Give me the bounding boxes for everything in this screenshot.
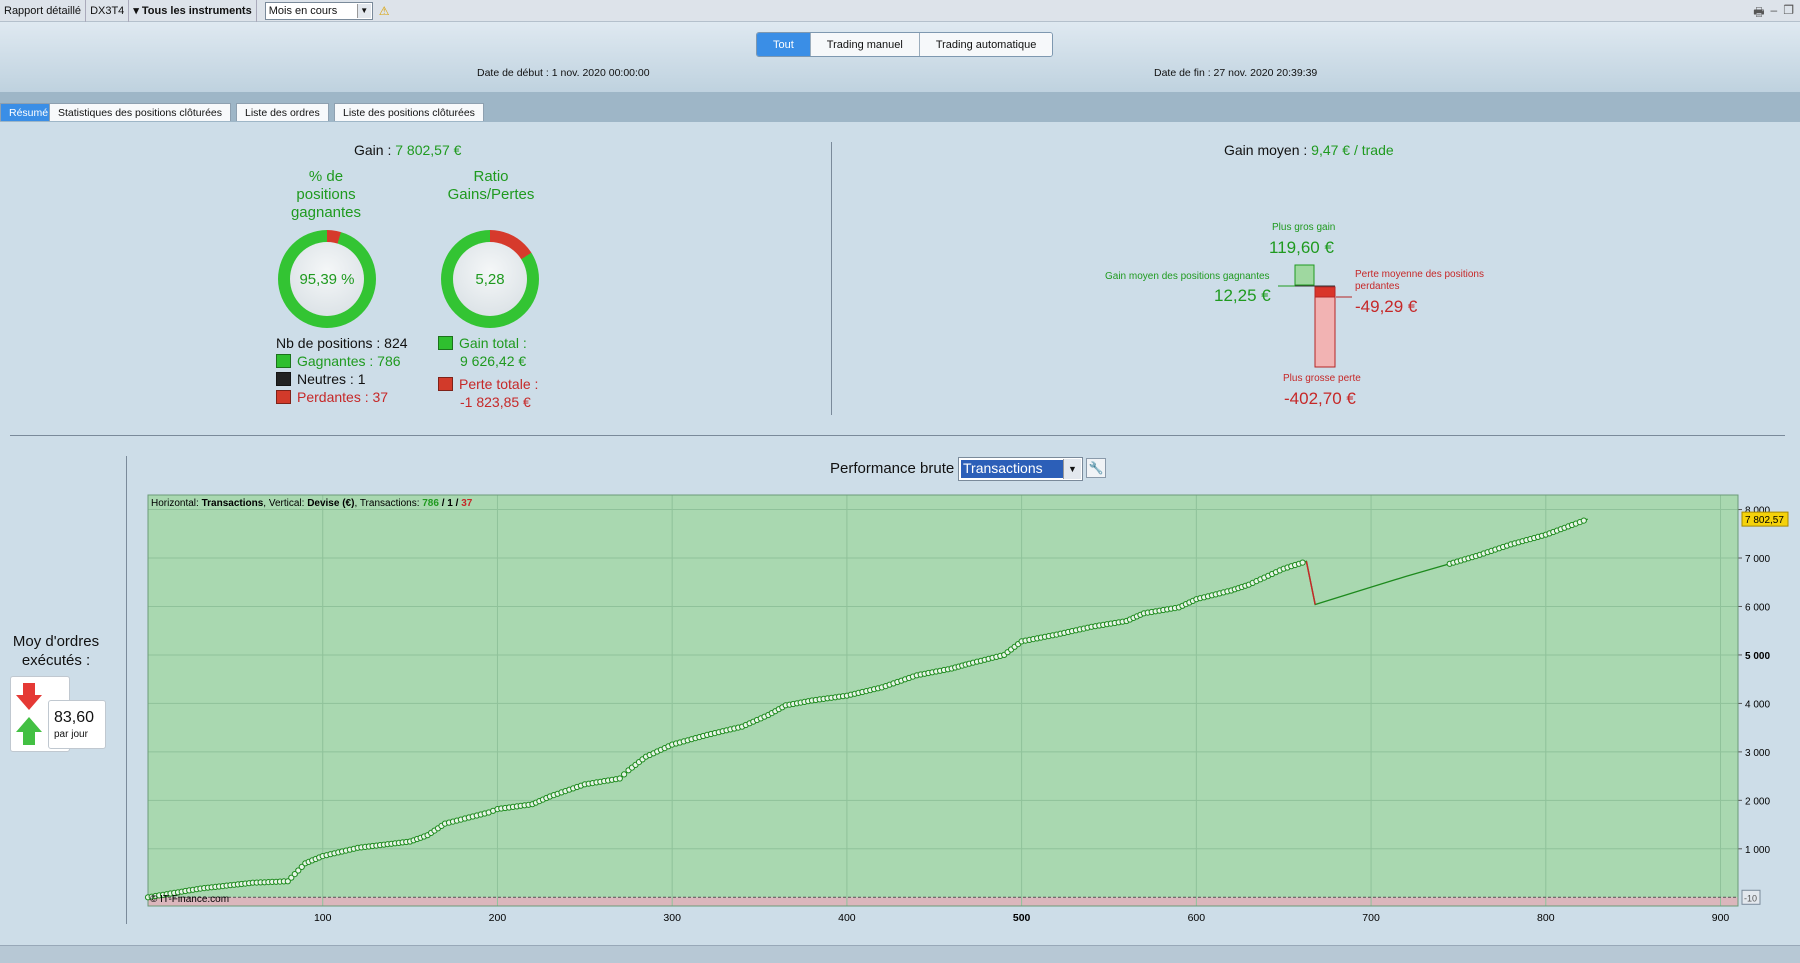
positive-area (148, 495, 1738, 898)
x-tick-label: 700 (1362, 912, 1380, 924)
copyright: © IT-Finance.com (150, 894, 229, 905)
y-tick-label: 4 000 (1745, 699, 1770, 710)
chart-header-part: / (453, 498, 461, 509)
y-tick-label: 1 000 (1745, 845, 1770, 856)
y-tick-label: 6 000 (1745, 602, 1770, 613)
x-tick-label: 900 (1712, 912, 1730, 924)
y-tick-label: 3 000 (1745, 748, 1770, 759)
x-tick-label: 300 (663, 912, 681, 924)
chart-header-part: 37 (461, 498, 473, 509)
x-tick-label: 800 (1537, 912, 1555, 924)
x-tick-label: 400 (838, 912, 856, 924)
chart-header-part: Transactions (202, 498, 264, 509)
chart-header-part: 786 (422, 498, 439, 509)
performance-chart: 100 200 300 400 500 600 700 800 900 1 000 2 000 3 0… (144, 494, 1789, 924)
y-tick-label: 2 000 (1745, 796, 1770, 807)
negative-area (148, 897, 1738, 906)
status-bar (0, 945, 1800, 963)
x-tick-label: 500 (1013, 912, 1031, 924)
zero-label: -10 (1744, 893, 1757, 903)
trade-marker (1580, 517, 1587, 524)
x-tick-label: 100 (314, 912, 332, 924)
x-tick-label: 600 (1188, 912, 1206, 924)
x-tick-label: 200 (489, 912, 507, 924)
chart-header-part: , Vertical: (263, 498, 307, 509)
chart-header-part: / (439, 498, 447, 509)
last-value-label: 7 802,57 (1745, 515, 1784, 526)
trade-marker (616, 775, 623, 782)
trade-marker (1299, 559, 1306, 566)
chart-header-part: Horizontal: (151, 498, 202, 509)
trade-marker (621, 771, 628, 778)
chart-header-part: , Transactions: (354, 498, 422, 509)
chart-header-part: Devise (€) (307, 498, 354, 509)
y-tick-label: 5 000 (1745, 651, 1770, 662)
y-tick-label: 7 000 (1745, 554, 1770, 565)
chart-header: Horizontal: Transactions, Vertical: Devi… (151, 498, 473, 509)
